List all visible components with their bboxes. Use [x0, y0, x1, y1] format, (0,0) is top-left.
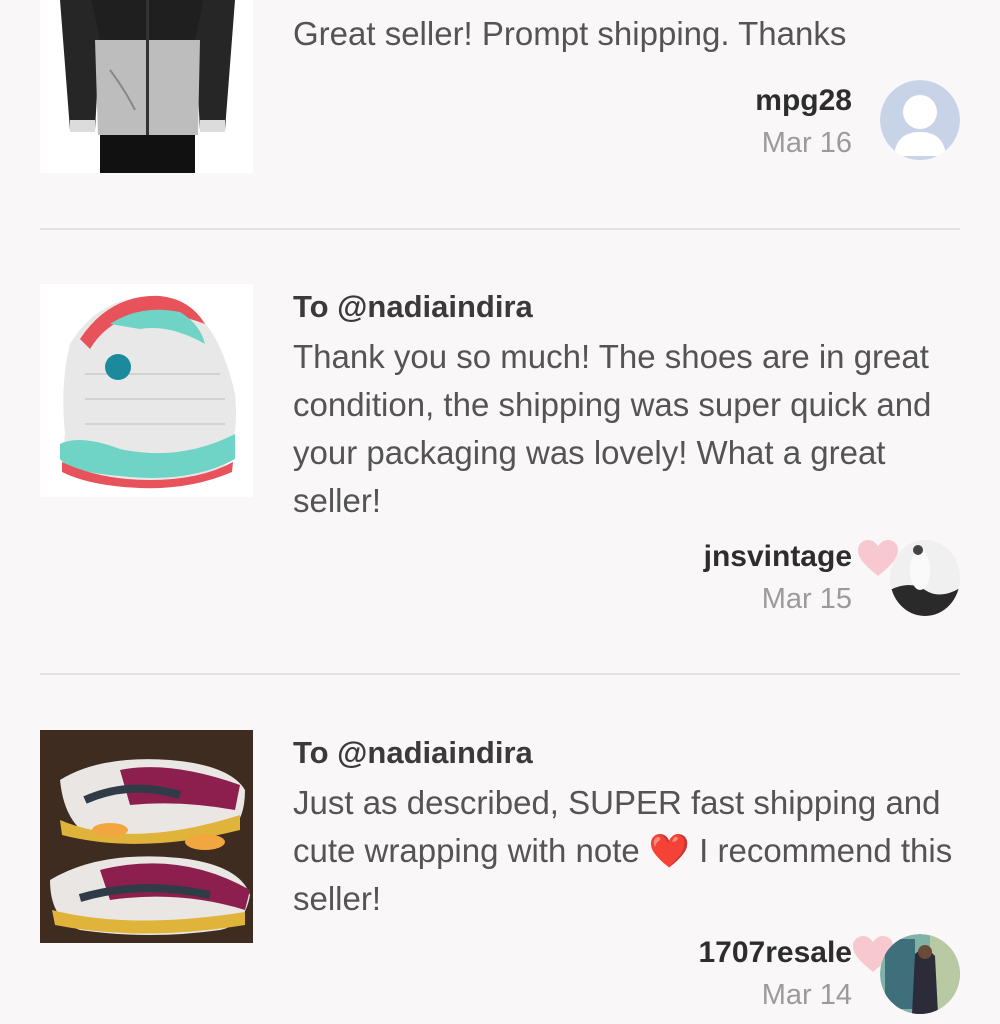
product-thumbnail-shoe[interactable]	[40, 284, 253, 497]
review-recipient: To @nadiaindira	[293, 289, 533, 324]
reviewer-username[interactable]: jnsvintage	[704, 538, 852, 576]
review-date: Mar 16	[761, 127, 852, 159]
sneakers-image	[40, 730, 253, 943]
reviewer-avatar[interactable]	[880, 934, 960, 1014]
divider	[40, 673, 960, 675]
review-meta: 1707resale Mar 14	[600, 934, 1000, 1024]
review-date: Mar 15	[761, 583, 852, 615]
review-date: Mar 14	[761, 979, 852, 1011]
review-text: Thank you so much! The shoes are in grea…	[293, 338, 932, 519]
review-text: Great seller! Prompt shipping. Thanks	[293, 15, 847, 52]
review-recipient: To @nadiaindira	[293, 735, 533, 770]
review-text: Just as described, SUPER fast shipping a…	[293, 784, 953, 917]
reviewer-username[interactable]: mpg28	[755, 82, 852, 120]
reviewer-username[interactable]: 1707resale	[699, 934, 853, 972]
review-meta: jnsvintage Mar 15	[600, 538, 1000, 628]
shoe-image	[40, 284, 253, 497]
reviewer-avatar[interactable]	[880, 80, 960, 160]
product-thumbnail-sneakers[interactable]	[40, 730, 253, 943]
divider	[40, 228, 960, 230]
review-meta: mpg28 Mar 16	[600, 80, 1000, 172]
user-photo-avatar	[880, 934, 960, 1014]
product-thumbnail-jacket[interactable]	[40, 0, 253, 173]
jacket-image	[40, 0, 253, 173]
user-photo-avatar	[890, 540, 960, 616]
default-avatar-icon	[880, 80, 960, 160]
reviewer-avatar[interactable]	[890, 540, 960, 616]
